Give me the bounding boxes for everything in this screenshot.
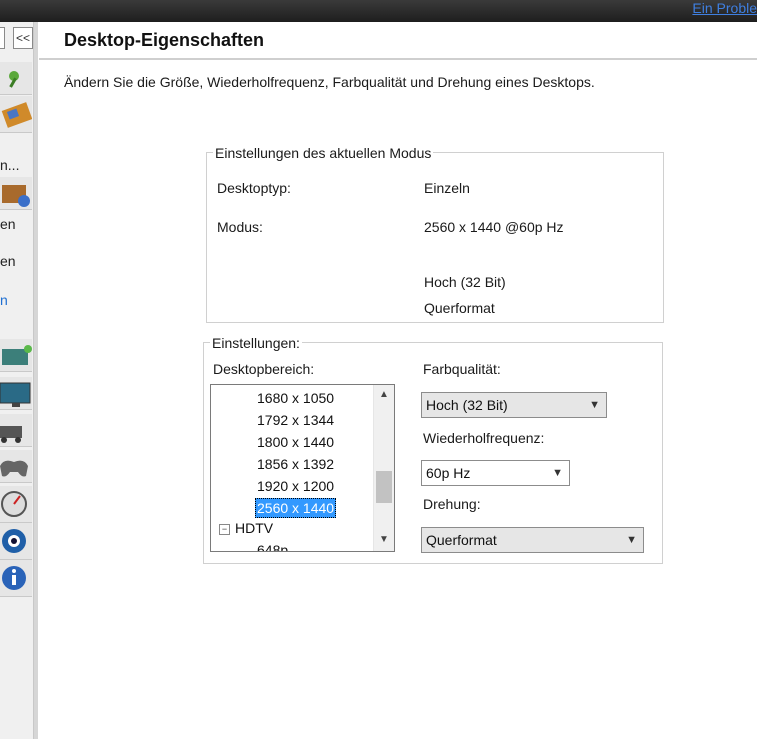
page-title: Desktop-Eigenschaften bbox=[64, 30, 265, 50]
chevron-down-icon: ▼ bbox=[626, 534, 637, 546]
tree-group-hdtv[interactable]: − HDTV bbox=[219, 520, 273, 536]
eye-icon bbox=[2, 529, 26, 553]
list-item[interactable]: 1800 x 1440 bbox=[255, 432, 336, 452]
color-quality-selected: Hoch (32 Bit) bbox=[426, 397, 508, 413]
network-monitor-icon bbox=[2, 345, 32, 365]
nav-item-network-display[interactable] bbox=[0, 339, 32, 372]
gauge-icon bbox=[1, 491, 27, 517]
page-header: Desktop-Eigenschaften bbox=[39, 22, 757, 60]
gamepad-icon bbox=[0, 460, 28, 477]
refresh-rate-label: Wiederholfrequenz: bbox=[423, 430, 545, 446]
mode-value: 2560 x 1440 @60p Hz bbox=[424, 219, 564, 235]
list-item[interactable]: 1920 x 1200 bbox=[255, 476, 336, 496]
list-item[interactable]: 1680 x 1050 bbox=[255, 388, 336, 408]
nav-label[interactable]: n bbox=[0, 292, 33, 308]
display-adapter-icon bbox=[1, 102, 32, 128]
nav-item-gamepad[interactable] bbox=[0, 450, 32, 483]
refresh-rate-dropdown[interactable]: 60p Hz ▼ bbox=[421, 460, 570, 486]
desktop-type-label: Desktoptyp: bbox=[217, 180, 291, 196]
nav-label[interactable]: n... bbox=[0, 157, 33, 173]
nav-item-display-adapter[interactable] bbox=[0, 96, 32, 133]
pin-icon bbox=[9, 71, 19, 88]
nav-item-monitor[interactable] bbox=[0, 377, 32, 410]
list-item[interactable]: 1792 x 1344 bbox=[255, 410, 336, 430]
chevron-down-icon: ▼ bbox=[589, 399, 600, 411]
scroll-up-arrow-icon[interactable]: ▲ bbox=[374, 385, 394, 405]
nav-item-performance[interactable] bbox=[0, 486, 32, 523]
settings-legend: Einstellungen: bbox=[210, 335, 302, 351]
tree-group-label: HDTV bbox=[235, 520, 274, 536]
rotation-label: Drehung: bbox=[423, 496, 481, 512]
current-mode-group bbox=[206, 152, 664, 323]
nav-label[interactable]: en bbox=[0, 216, 33, 232]
problem-link[interactable]: Ein Proble bbox=[692, 0, 757, 16]
top-bar: Ein Proble bbox=[0, 0, 757, 22]
nav-search-field[interactable] bbox=[0, 27, 5, 49]
nav-item-eye[interactable] bbox=[0, 523, 32, 560]
desktop-type-value: Einzeln bbox=[424, 180, 470, 196]
collapse-toggle-icon[interactable]: − bbox=[219, 524, 230, 535]
color-quality-value-readonly: Hoch (32 Bit) bbox=[424, 274, 506, 290]
rotation-dropdown[interactable]: Querformat ▼ bbox=[421, 527, 644, 553]
list-item[interactable]: 648p bbox=[255, 540, 290, 551]
rotation-value-readonly: Querformat bbox=[424, 300, 495, 316]
scrollbar-thumb[interactable] bbox=[376, 471, 392, 503]
desktop-area-label: Desktopbereich: bbox=[213, 361, 315, 377]
nav-item-info[interactable] bbox=[0, 560, 32, 597]
color-quality-dropdown[interactable]: Hoch (32 Bit) ▼ bbox=[421, 392, 607, 418]
collapse-navigation-button[interactable]: << bbox=[13, 27, 33, 49]
nav-item-pin[interactable] bbox=[0, 62, 32, 95]
refresh-rate-selected: 60p Hz bbox=[426, 465, 471, 481]
page-description: Ändern Sie die Größe, Wiederholfrequenz,… bbox=[64, 74, 595, 90]
nav-item-video-camera[interactable] bbox=[0, 414, 32, 447]
nav-item-video[interactable] bbox=[0, 177, 32, 210]
rotation-selected: Querformat bbox=[426, 532, 497, 548]
video-device-icon bbox=[2, 185, 30, 207]
list-item[interactable]: 1856 x 1392 bbox=[255, 454, 336, 474]
nav-label[interactable]: en bbox=[0, 253, 33, 269]
scroll-down-arrow-icon[interactable]: ▼ bbox=[374, 530, 394, 550]
video-camera-icon bbox=[0, 426, 22, 443]
current-mode-legend: Einstellungen des aktuellen Modus bbox=[213, 145, 434, 161]
chevron-down-icon: ▼ bbox=[552, 467, 563, 479]
resolution-listbox[interactable]: 1680 x 1050 1792 x 1344 1800 x 1440 1856… bbox=[210, 384, 395, 552]
navigation-splitter[interactable] bbox=[34, 22, 38, 739]
mode-label: Modus: bbox=[217, 219, 263, 235]
color-quality-label: Farbqualität: bbox=[423, 361, 501, 377]
listbox-scrollbar[interactable]: ▲ ▼ bbox=[373, 385, 394, 551]
info-icon bbox=[2, 566, 26, 590]
list-item-selected[interactable]: 2560 x 1440 bbox=[255, 498, 337, 518]
monitor-icon bbox=[0, 382, 31, 407]
